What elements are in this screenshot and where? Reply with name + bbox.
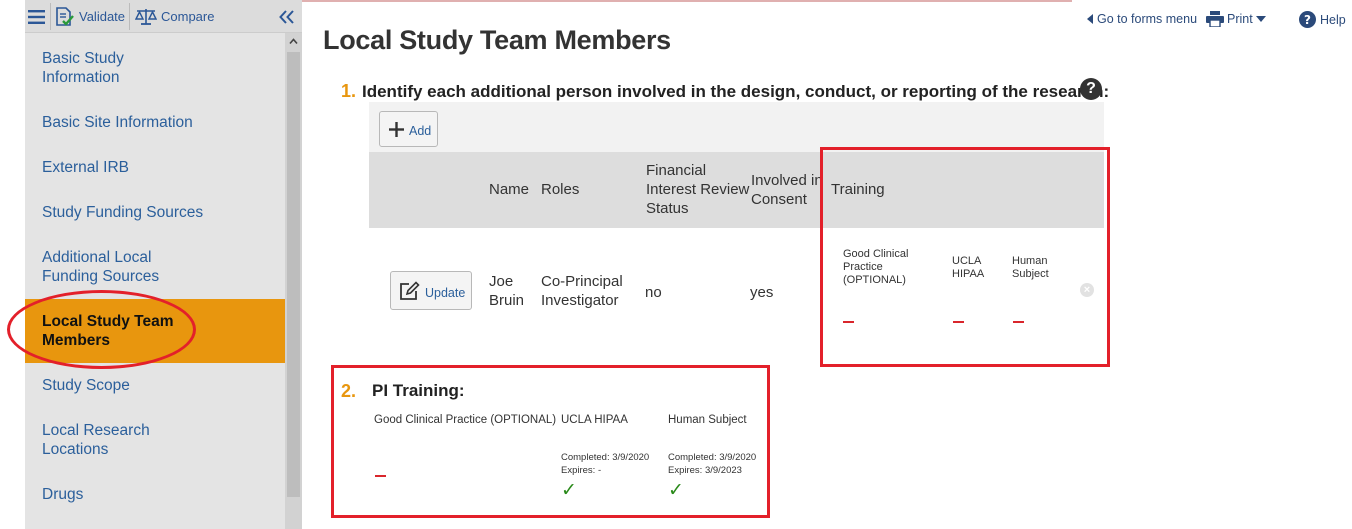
go-to-forms-menu-link[interactable]: Go to forms menu [1087,12,1197,26]
add-team-member-button[interactable]: Add [379,111,438,147]
column-header-financial-interest: Financial Interest Review Status [646,162,750,217]
sidebar-scrollbar[interactable] [285,33,302,529]
pi-training-human-subject-label: Human Subject [668,414,747,426]
compare-label: Compare [161,9,215,24]
sidebar-nav: Basic Study Information Basic Site Infor… [25,33,285,529]
sidebar-item-basic-study-information[interactable]: Basic Study Information [25,49,285,89]
update-member-button[interactable]: Update [390,271,472,310]
question-1-text: Identify each additional person involved… [362,82,1110,101]
sidebar-item-basic-site-information[interactable]: Basic Site Information [25,113,285,133]
hamburger-menu-button[interactable] [28,0,45,33]
sidebar-item-label: External IRB [42,159,130,176]
column-header-roles: Roles [541,181,580,198]
edit-icon [400,280,420,300]
validate-button[interactable]: Validate [55,0,125,33]
validate-label: Validate [79,9,126,24]
column-header-involved-in-consent: Involved in Consent [751,172,823,208]
hamburger-icon [28,9,45,24]
financial-interest-value: no [645,284,662,301]
caret-down-icon [1255,16,1266,22]
double-chevron-left-icon [279,9,294,24]
printer-icon [1206,11,1224,27]
print-menu-button[interactable]: Print [1206,11,1266,27]
sidebar-item-study-funding-sources[interactable]: Study Funding Sources [25,203,285,223]
sidebar-item-local-research-locations[interactable]: Local Research Locations [25,421,285,461]
help-circle-icon: ? [1299,11,1316,28]
column-header-name: Name [489,181,530,198]
sidebar-item-label: Study Funding Sources [42,204,204,221]
plus-icon [389,121,404,137]
pi-training-gcp-label: Good Clinical Practice (OPTIONAL) [374,414,557,426]
sidebar: Validate Compare Basic Study Information [25,0,302,529]
forms-menu-label: Go to forms menu [1097,12,1198,26]
sidebar-item-label: Basic Study [42,50,124,67]
member-name: Joe Bruin [489,273,525,309]
question-help-icon[interactable]: ? [1080,78,1102,100]
collapse-sidebar-button[interactable] [279,0,295,33]
involved-in-consent-value: yes [750,284,774,301]
sidebar-item-label: Funding Sources [42,268,160,285]
pi-training-hipaa-label: UCLA HIPAA [561,414,628,426]
sidebar-toolbar: Validate Compare [25,0,302,33]
scroll-up-arrow-icon[interactable] [289,37,298,46]
sidebar-item-label: Drugs [42,486,84,503]
pi-human-expires: Expires: 3/9/2023 [668,465,742,476]
sidebar-item-label: Locations [42,441,109,458]
update-label: Update [425,285,466,300]
validate-document-icon [56,6,74,26]
pi-gcp-missing-dash [375,475,386,477]
caret-left-icon [1087,14,1093,24]
svg-text:?: ? [1304,13,1311,27]
left-strip [0,0,25,529]
annotation-ellipse [7,290,196,369]
add-label: Add [409,124,432,138]
help-label: Help [1320,12,1346,27]
pi-hipaa-expires: Expires: - [561,465,602,476]
pi-human-completed: Completed: 3/9/2020 [668,452,757,463]
toolbar-divider [50,3,51,30]
scale-icon [135,8,157,25]
add-bar: Add [369,102,1104,152]
sidebar-item-label: Additional Local [42,249,152,266]
sidebar-item-label: Basic Site Information [42,114,193,131]
sidebar-item-study-scope[interactable]: Study Scope [25,376,285,396]
compare-button[interactable]: Compare [135,0,214,33]
pi-human-complete-check-icon: ✓ [668,480,684,501]
pi-hipaa-complete-check-icon: ✓ [561,480,577,501]
print-label: Print [1227,12,1253,26]
page-title: Local Study Team Members [323,25,671,55]
help-link[interactable]: ? Help [1299,11,1346,28]
pi-hipaa-completed: Completed: 3/9/2020 [561,452,650,463]
annotation-box-training [820,147,1110,367]
sidebar-item-additional-local-funding-sources[interactable]: Additional Local Funding Sources [25,248,285,288]
scrollbar-thumb[interactable] [287,52,300,497]
sidebar-item-label: Information [42,69,120,86]
sidebar-item-external-irb[interactable]: External IRB [25,158,285,178]
sidebar-item-label: Local Research [42,422,150,439]
question-1-number: 1. [341,81,357,101]
sidebar-item-label: Study Scope [42,377,130,394]
question-2-number: 2. [341,381,357,401]
member-role: Co-Principal Investigator [541,273,623,309]
sidebar-item-drugs[interactable]: Drugs [25,485,285,505]
question-2-text: PI Training: [372,381,465,400]
top-divider [302,0,1072,2]
toolbar-divider [129,3,130,30]
